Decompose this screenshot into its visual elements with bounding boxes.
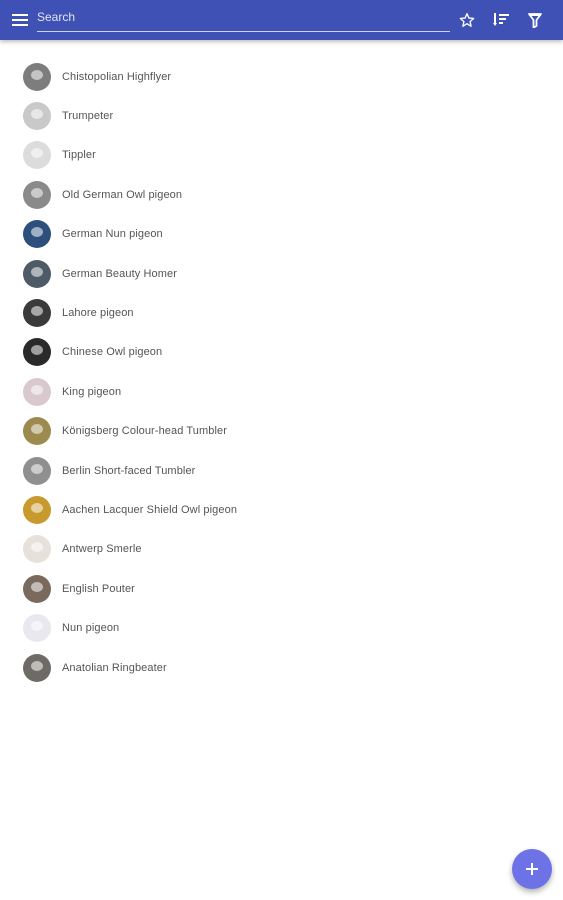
avatar bbox=[23, 220, 51, 249]
top-app-bar bbox=[0, 0, 563, 40]
list-item[interactable]: Anatolian Ringbeater bbox=[0, 648, 563, 687]
list-item-label: Old German Owl pigeon bbox=[62, 188, 183, 201]
avatar bbox=[23, 180, 51, 209]
list-item[interactable]: Trumpeter bbox=[0, 96, 563, 135]
avatar bbox=[23, 535, 51, 564]
avatar bbox=[23, 299, 51, 328]
list-item[interactable]: Aachen Lacquer Shield Owl pigeon bbox=[0, 490, 563, 529]
list-item-label: Tippler bbox=[62, 149, 96, 162]
list-item-label: Anatolian Ringbeater bbox=[62, 661, 167, 674]
plus-icon bbox=[526, 863, 538, 875]
avatar bbox=[23, 653, 51, 682]
list-item-label: Aachen Lacquer Shield Owl pigeon bbox=[62, 503, 238, 516]
list-item-label: German Nun pigeon bbox=[62, 228, 163, 241]
avatar bbox=[23, 417, 51, 446]
add-button[interactable] bbox=[512, 849, 552, 889]
avatar bbox=[23, 259, 51, 288]
list-item-label: Antwerp Smerle bbox=[62, 543, 142, 556]
avatar bbox=[23, 102, 51, 131]
search-field bbox=[37, 6, 450, 32]
list-item-label: Berlin Short-faced Tumbler bbox=[62, 464, 196, 477]
search-input[interactable] bbox=[37, 6, 450, 28]
favorites-button[interactable] bbox=[449, 0, 485, 40]
list-item[interactable]: Nun pigeon bbox=[0, 608, 563, 647]
sort-icon bbox=[493, 13, 509, 26]
avatar bbox=[23, 495, 51, 524]
list-item[interactable]: Antwerp Smerle bbox=[0, 530, 563, 569]
list-item-label: English Pouter bbox=[62, 582, 135, 595]
breed-list: Chistopolian Highflyer Trumpeter Tippler Ol… bbox=[0, 57, 563, 687]
avatar bbox=[23, 338, 51, 367]
list-item[interactable]: Old German Owl pigeon bbox=[0, 175, 563, 214]
list-item[interactable]: English Pouter bbox=[0, 569, 563, 608]
filter-button[interactable] bbox=[517, 0, 553, 40]
list-item-label: Königsberg Colour-head Tumbler bbox=[62, 425, 228, 438]
list-item[interactable]: Tippler bbox=[0, 136, 563, 175]
list-item-label: King pigeon bbox=[62, 385, 122, 398]
list-item-label: German Beauty Homer bbox=[62, 267, 177, 280]
list-item-label: Lahore pigeon bbox=[62, 307, 134, 320]
list-item-label: Trumpeter bbox=[62, 110, 114, 123]
list-item[interactable]: German Nun pigeon bbox=[0, 215, 563, 254]
app-root: Chistopolian Highflyer Trumpeter Tippler Ol… bbox=[0, 0, 563, 900]
filter-icon bbox=[528, 12, 542, 28]
list-item[interactable]: Lahore pigeon bbox=[0, 293, 563, 332]
avatar bbox=[23, 141, 51, 170]
list-item[interactable]: Königsberg Colour-head Tumbler bbox=[0, 412, 563, 451]
list-item[interactable]: Berlin Short-faced Tumbler bbox=[0, 451, 563, 490]
menu-icon bbox=[12, 14, 28, 26]
list-item-label: Nun pigeon bbox=[62, 622, 120, 635]
list-item[interactable]: Chistopolian Highflyer bbox=[0, 57, 563, 96]
sort-button[interactable] bbox=[483, 0, 519, 40]
avatar bbox=[23, 614, 51, 643]
list-item[interactable]: German Beauty Homer bbox=[0, 254, 563, 293]
avatar bbox=[23, 574, 51, 603]
list-item[interactable]: King pigeon bbox=[0, 372, 563, 411]
avatar bbox=[23, 62, 51, 91]
list-item-label: Chinese Owl pigeon bbox=[62, 346, 163, 359]
star-outline-icon bbox=[459, 13, 475, 27]
menu-button[interactable] bbox=[2, 0, 38, 40]
list-item-label: Chistopolian Highflyer bbox=[62, 70, 172, 83]
list-item[interactable]: Chinese Owl pigeon bbox=[0, 333, 563, 372]
avatar bbox=[23, 377, 51, 406]
avatar bbox=[23, 456, 51, 485]
